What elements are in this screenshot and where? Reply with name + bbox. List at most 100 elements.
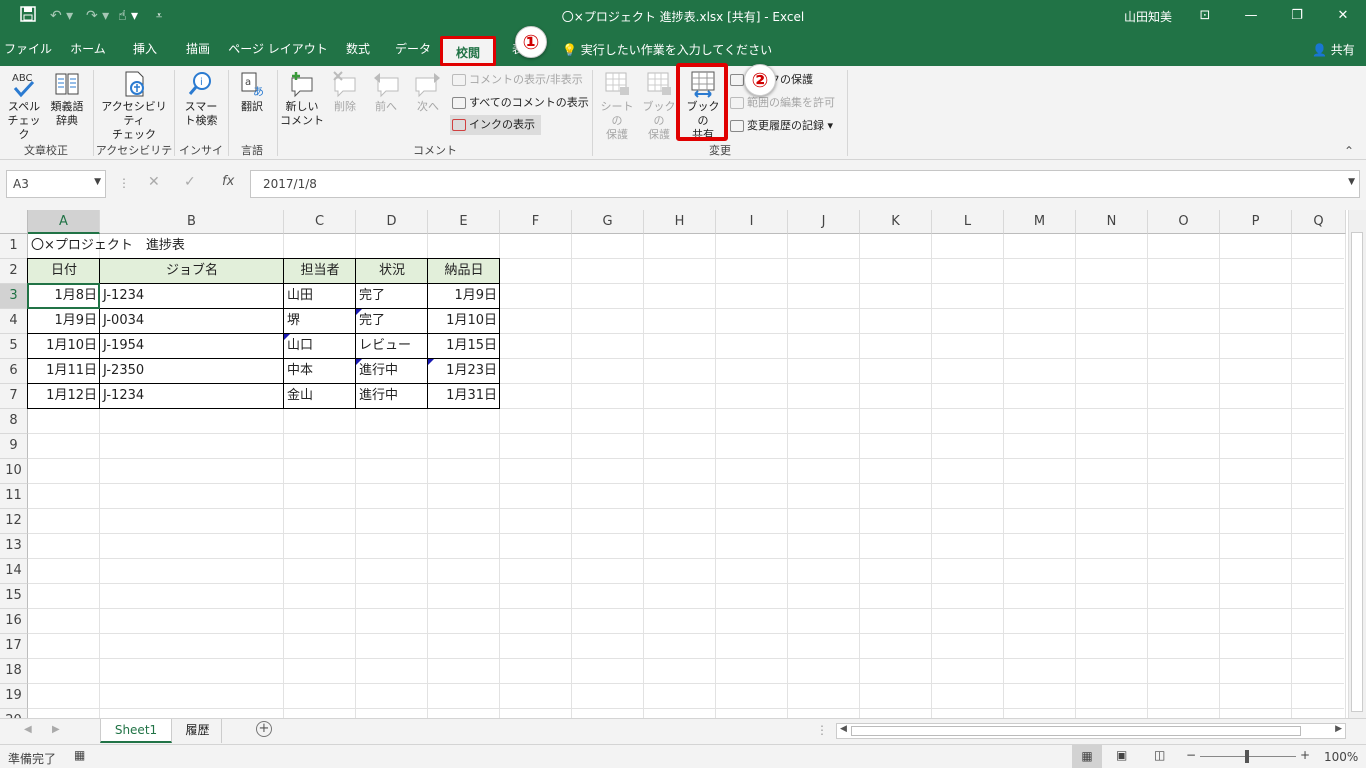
macro-record-icon[interactable]: ▦ [74, 748, 85, 762]
spelling-button[interactable]: ABC スペル チェック [4, 70, 44, 142]
next-comment-button[interactable]: 次へ [408, 70, 448, 114]
row-header[interactable]: 15 [0, 584, 28, 609]
collapse-ribbon-icon[interactable]: ⌃ [1344, 144, 1354, 158]
allow-edit-ranges-button[interactable]: 範囲の編集を許可 [730, 93, 835, 113]
scroll-thumb-horizontal[interactable] [851, 726, 1301, 736]
zoom-level[interactable]: 100% [1324, 750, 1358, 764]
scroll-right-arrow-icon[interactable]: ▶ [1335, 724, 1342, 734]
protect-workbook-button[interactable]: ブックの 保護 [638, 70, 680, 142]
accessibility-button[interactable]: アクセシビリティ チェック [96, 70, 172, 142]
tab-formulas[interactable]: 数式 [336, 32, 380, 66]
page-break-view-icon[interactable]: ◫ [1154, 748, 1165, 762]
row-header[interactable]: 1 [0, 234, 28, 259]
column-header[interactable]: G [572, 210, 644, 234]
tab-home[interactable]: ホーム [62, 32, 114, 66]
normal-view-icon[interactable]: ▦ [1072, 745, 1102, 768]
row-header[interactable]: 14 [0, 559, 28, 584]
translate-button[interactable]: aあ 翻訳 [232, 70, 272, 114]
scroll-left-arrow-icon[interactable]: ◀ [840, 724, 847, 734]
column-header[interactable]: Q [1292, 210, 1346, 234]
minimize-icon[interactable]: — [1228, 0, 1274, 32]
expand-formula-icon[interactable]: ▼ [1348, 177, 1355, 187]
restore-icon[interactable]: ❐ [1274, 0, 1320, 32]
column-header[interactable]: K [860, 210, 932, 234]
select-all-corner[interactable] [0, 210, 28, 234]
share-button[interactable]: 👤 共有 [1312, 41, 1355, 58]
column-header[interactable]: D [356, 210, 428, 234]
scroll-right-icon[interactable]: ▶ [52, 724, 60, 735]
column-header[interactable]: P [1220, 210, 1292, 234]
scroll-thumb[interactable] [1351, 232, 1363, 712]
worksheet-grid[interactable]: ABCDEFGHIJKLMNOPQ 1 2 3 4 5 6 7 8 9 10 11 12 13 14 15 1… [0, 210, 1366, 718]
zoom-in-icon[interactable]: + [1300, 748, 1310, 762]
zoom-out-icon[interactable]: − [1186, 748, 1196, 762]
track-changes-button[interactable]: 変更履歴の記録 ▾ [730, 116, 833, 136]
show-all-comments-button[interactable]: すべてのコメントの表示 [452, 93, 589, 113]
name-box[interactable]: A3 ▼ [6, 170, 106, 198]
protect-sheet-button[interactable]: シートの 保護 [596, 70, 638, 142]
column-header[interactable]: J [788, 210, 860, 234]
comment-indicator-icon[interactable] [356, 359, 362, 365]
vertical-scrollbar[interactable] [1348, 210, 1366, 718]
show-hide-comment-button[interactable]: コメントの表示/非表示 [452, 70, 583, 90]
row-header[interactable]: 5 [0, 334, 28, 359]
row-header[interactable]: 3 [0, 284, 28, 309]
show-ink-button[interactable]: インクの表示 [450, 115, 541, 135]
sheet-tab-history[interactable]: 履歴 [174, 719, 222, 743]
tab-page-layout[interactable]: ページ レイアウト [228, 32, 328, 66]
tab-data[interactable]: データ [388, 32, 438, 66]
tab-file[interactable]: ファイル [2, 32, 54, 66]
column-header[interactable]: I [716, 210, 788, 234]
comment-indicator-icon[interactable] [428, 359, 434, 365]
previous-comment-button[interactable]: 前へ [366, 70, 406, 114]
column-header[interactable]: E [428, 210, 500, 234]
column-header[interactable]: O [1148, 210, 1220, 234]
row-header[interactable]: 12 [0, 509, 28, 534]
tab-review[interactable]: 校閲 [440, 36, 496, 66]
ribbon-display-icon[interactable]: ⊡ [1182, 0, 1228, 32]
column-header[interactable]: C [284, 210, 356, 234]
row-header[interactable]: 2 [0, 259, 28, 284]
row-header[interactable]: 8 [0, 409, 28, 434]
comment-indicator-icon[interactable] [356, 309, 362, 315]
add-sheet-icon[interactable]: + [256, 721, 272, 737]
row-header[interactable]: 7 [0, 384, 28, 409]
row-header[interactable]: 17 [0, 634, 28, 659]
tab-draw[interactable]: 描画 [176, 32, 220, 66]
column-header[interactable]: F [500, 210, 572, 234]
delete-comment-button[interactable]: 削除 [326, 70, 364, 114]
insert-function-icon[interactable]: fx [222, 174, 234, 189]
sheet-tab-sheet1[interactable]: Sheet1 [100, 719, 172, 743]
user-name[interactable]: 山田知美 [1124, 8, 1172, 25]
column-header[interactable]: H [644, 210, 716, 234]
tab-insert[interactable]: 挿入 [122, 32, 168, 66]
sheet-title-cell[interactable]: 〇×プロジェクト 進捗表 [28, 234, 328, 259]
zoom-slider-thumb[interactable] [1245, 750, 1249, 763]
row-header[interactable]: 16 [0, 609, 28, 634]
thesaurus-button[interactable]: 類義語 辞典 [46, 70, 88, 128]
formula-input[interactable]: 2017/1/8 ▼ [250, 170, 1360, 198]
row-header[interactable]: 10 [0, 459, 28, 484]
column-header[interactable]: N [1076, 210, 1148, 234]
chevron-down-icon[interactable]: ▼ [94, 177, 101, 187]
new-comment-button[interactable]: 新しい コメント [280, 70, 324, 128]
row-header[interactable]: 11 [0, 484, 28, 509]
row-header[interactable]: 18 [0, 659, 28, 684]
row-header[interactable]: 6 [0, 359, 28, 384]
column-header[interactable]: L [932, 210, 1004, 234]
close-icon[interactable]: ✕ [1320, 0, 1366, 32]
column-header[interactable]: A [28, 210, 100, 234]
tell-me-box[interactable]: 💡 実行したい作業を入力してください [562, 41, 772, 58]
page-layout-view-icon[interactable]: ▣ [1116, 748, 1127, 762]
row-header[interactable]: 4 [0, 309, 28, 334]
row-header[interactable]: 9 [0, 434, 28, 459]
smart-lookup-button[interactable]: i スマー ト検索 [178, 70, 224, 128]
scroll-left-icon[interactable]: ◀ [24, 724, 32, 735]
enter-icon[interactable]: ✓ [184, 174, 196, 190]
column-header[interactable]: B [100, 210, 284, 234]
row-header[interactable]: 19 [0, 684, 28, 709]
row-header[interactable]: 20 [0, 709, 28, 718]
horizontal-scrollbar[interactable]: ◀ ▶ [836, 723, 1346, 739]
comment-indicator-icon[interactable] [284, 334, 290, 340]
row-header[interactable]: 13 [0, 534, 28, 559]
